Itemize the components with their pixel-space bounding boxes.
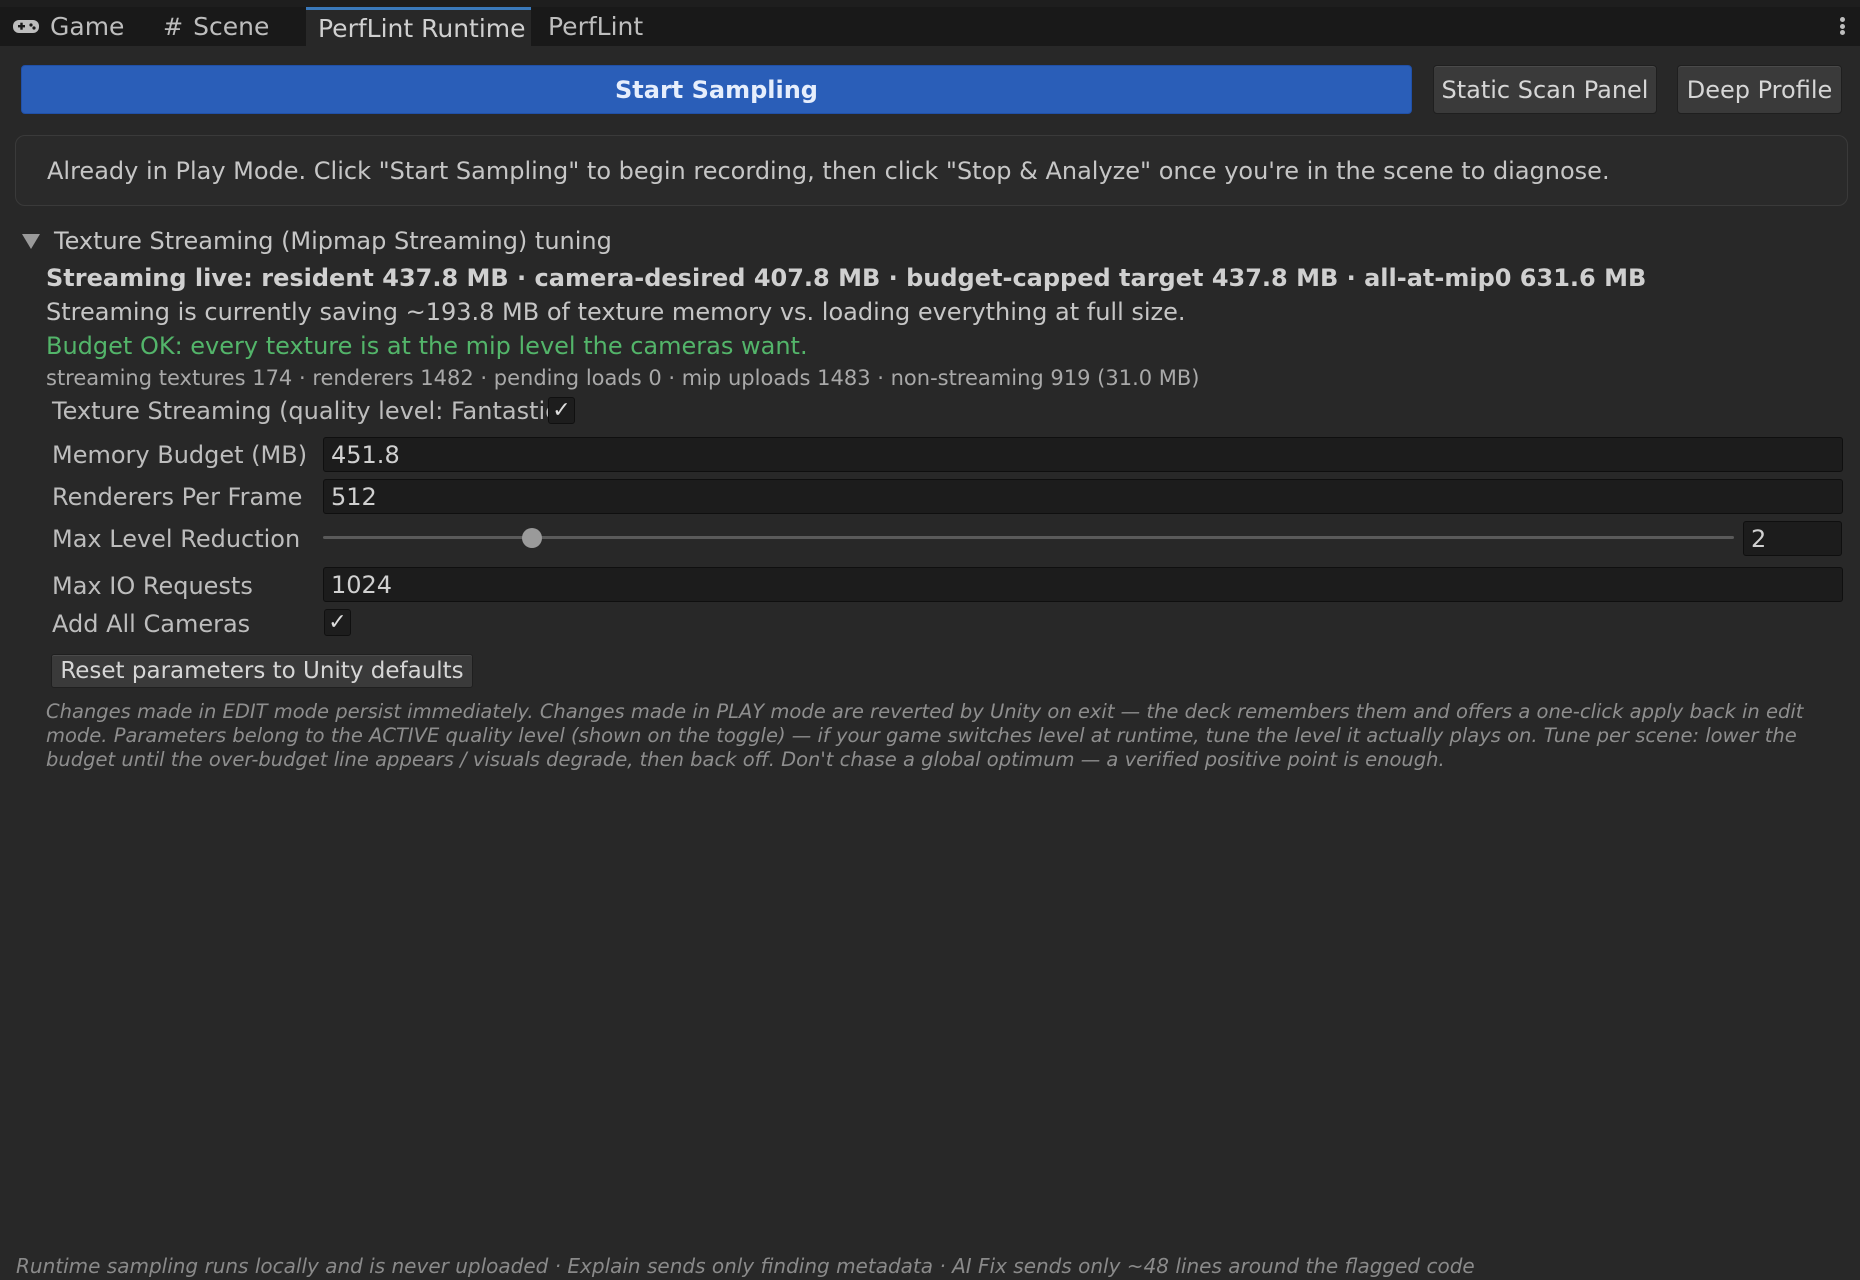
deep-profile-button[interactable]: Deep Profile: [1677, 65, 1842, 114]
start-sampling-button[interactable]: Start Sampling: [21, 65, 1412, 114]
tab-bar: Game # Scene PerfLint Runtime PerfLint: [0, 0, 1860, 46]
add-all-cameras-label: Add All Cameras: [52, 610, 251, 638]
texture-streaming-toggle-label: Texture Streaming (quality level: Fantas…: [52, 397, 568, 425]
max-level-reduction-value: 2: [1751, 524, 1767, 553]
memory-budget-value: 451.8: [331, 440, 400, 469]
section-foldout[interactable]: Texture Streaming (Mipmap Streaming) tun…: [22, 227, 612, 255]
foldout-triangle-icon: [22, 233, 40, 249]
renderers-per-frame-field[interactable]: 512: [323, 479, 1843, 514]
tab-perflint[interactable]: PerfLint: [548, 7, 658, 46]
add-all-cameras-checkbox[interactable]: ✓: [324, 609, 351, 636]
checkmark-icon: ✓: [328, 609, 347, 635]
section-title: Texture Streaming (Mipmap Streaming) tun…: [54, 227, 612, 255]
budget-status-line: Budget OK: every texture is at the mip l…: [46, 332, 808, 360]
checkmark-icon: ✓: [552, 397, 571, 423]
help-text: Already in Play Mode. Click "Start Sampl…: [47, 156, 1610, 185]
more-options-icon[interactable]: [1836, 11, 1848, 41]
streaming-stats-line: streaming textures 174 · renderers 1482 …: [46, 366, 1200, 390]
tab-perflint-runtime[interactable]: PerfLint Runtime: [306, 7, 531, 46]
max-io-requests-value: 1024: [331, 570, 393, 599]
privacy-footer: Runtime sampling runs locally and is nev…: [16, 1254, 1475, 1278]
tab-label: PerfLint: [548, 12, 644, 41]
tab-label: Game: [50, 12, 125, 41]
memory-budget-field[interactable]: 451.8: [323, 437, 1843, 472]
tab-game[interactable]: Game: [12, 7, 142, 46]
tab-label: Scene: [193, 12, 270, 41]
texture-streaming-checkbox[interactable]: ✓: [548, 397, 575, 424]
help-box: Already in Play Mode. Click "Start Sampl…: [15, 135, 1848, 206]
max-io-requests-field[interactable]: 1024: [323, 567, 1843, 602]
tab-scene[interactable]: # Scene: [163, 7, 293, 46]
slider-handle[interactable]: [521, 528, 542, 548]
renderers-per-frame-value: 512: [331, 482, 377, 511]
static-scan-panel-button[interactable]: Static Scan Panel: [1433, 65, 1657, 114]
tab-label: PerfLint Runtime: [318, 13, 526, 43]
max-level-reduction-label: Max Level Reduction: [52, 525, 301, 553]
hash-icon: #: [163, 12, 184, 41]
max-level-reduction-field[interactable]: 2: [1743, 521, 1842, 556]
max-io-requests-label: Max IO Requests: [52, 572, 253, 600]
gamepad-icon: [12, 13, 40, 41]
reset-defaults-button[interactable]: Reset parameters to Unity defaults: [51, 654, 473, 688]
memory-budget-label: Memory Budget (MB): [52, 441, 308, 469]
streaming-live-line: Streaming live: resident 437.8 MB · came…: [46, 264, 1647, 292]
streaming-saving-line: Streaming is currently saving ~193.8 MB …: [46, 298, 1186, 326]
tuning-notes: Changes made in EDIT mode persist immedi…: [46, 700, 1804, 771]
renderers-per-frame-label: Renderers Per Frame: [52, 483, 303, 511]
